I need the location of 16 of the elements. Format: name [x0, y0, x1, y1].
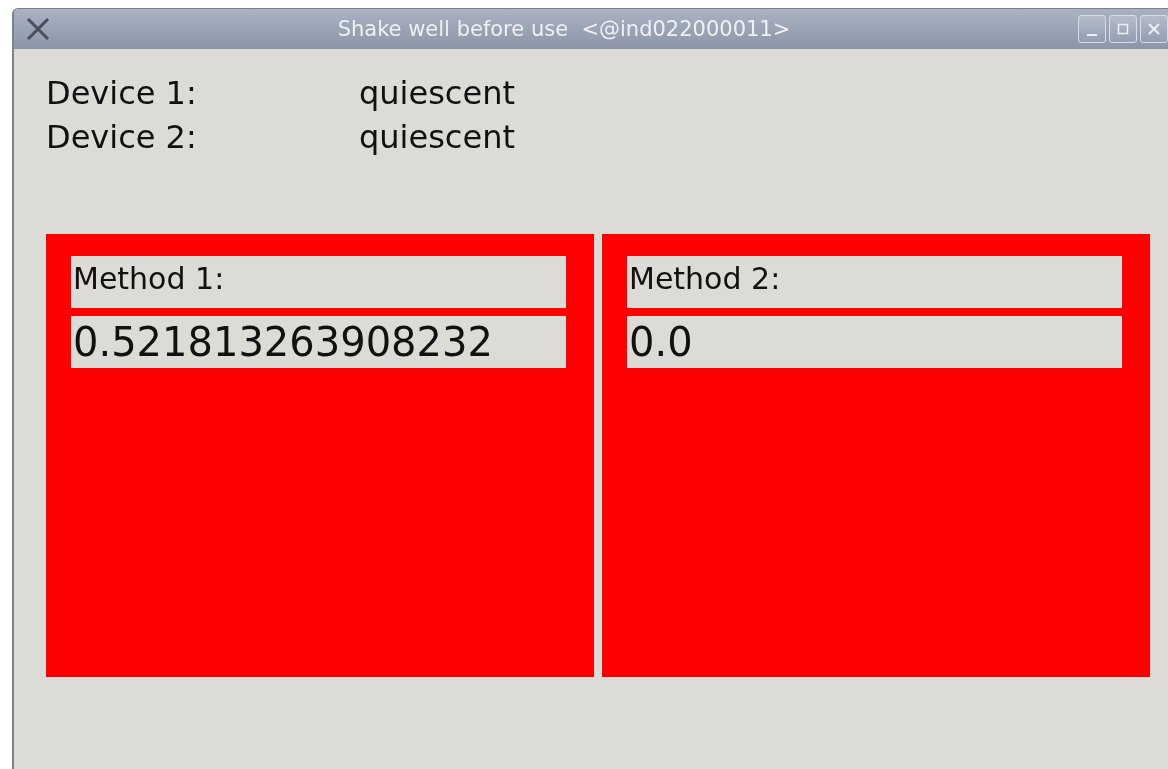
window-title: Shake well before use <@ind022000011> [336, 17, 792, 41]
maximize-button[interactable] [1109, 15, 1137, 43]
method-value: 0.521813263908232 [71, 316, 566, 368]
method-label: Method 2: [627, 256, 1122, 308]
method-value: 0.0 [627, 316, 1122, 368]
device-status: quiescent [359, 73, 516, 114]
close-icon [1148, 23, 1160, 35]
x-logo-icon [26, 18, 50, 40]
device-label: Device 1: [46, 73, 198, 114]
device-status: quiescent [359, 117, 516, 158]
method-label: Method 1: [71, 256, 566, 308]
device-label: Device 2: [46, 117, 198, 158]
maximize-icon [1117, 23, 1129, 35]
minimize-button[interactable] [1078, 15, 1106, 43]
close-button[interactable] [1140, 15, 1168, 43]
minimize-icon [1087, 34, 1097, 36]
